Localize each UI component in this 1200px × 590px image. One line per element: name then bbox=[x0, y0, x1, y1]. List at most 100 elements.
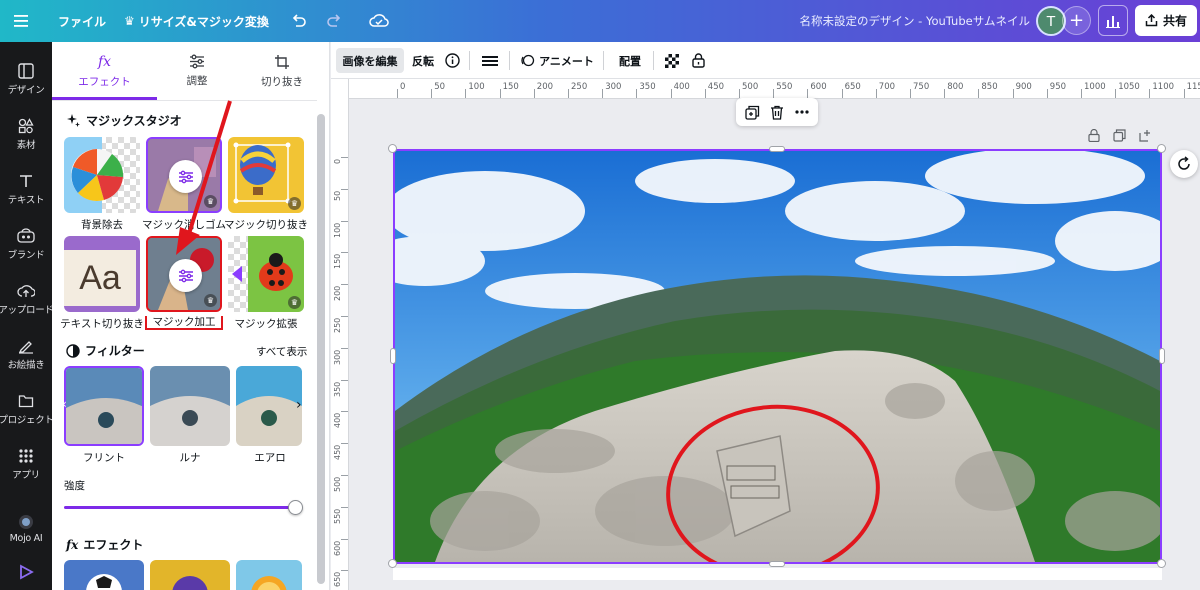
rail-item-apps[interactable]: アプリ bbox=[0, 439, 52, 489]
tab-effects[interactable]: fx エフェクト bbox=[52, 42, 157, 100]
ruler-tick-label: 550 bbox=[333, 508, 342, 524]
intensity-slider-handle[interactable] bbox=[288, 500, 303, 515]
filters-prev-arrow[interactable]: ‹ bbox=[62, 397, 67, 411]
page-bottom-edge bbox=[393, 568, 1162, 580]
filter-preview-image bbox=[236, 366, 302, 446]
divider bbox=[653, 51, 654, 70]
red-arrow-annotation bbox=[176, 100, 232, 255]
tab-adjust[interactable]: 調整 bbox=[157, 42, 237, 100]
info-icon[interactable] bbox=[441, 48, 463, 73]
resize-handle-ne[interactable] bbox=[1157, 144, 1166, 153]
ruler-tick-mark bbox=[636, 89, 638, 98]
rail-item-design[interactable]: デザイン bbox=[0, 54, 52, 104]
resize-handle-s[interactable] bbox=[769, 561, 785, 567]
insights-button[interactable] bbox=[1098, 5, 1128, 36]
resize-handle-sw[interactable] bbox=[388, 559, 397, 568]
page-duplicate-icon[interactable] bbox=[1113, 128, 1126, 142]
ruler-tick-mark bbox=[397, 89, 398, 98]
rail-item-uploads[interactable]: アップロード bbox=[0, 274, 54, 324]
resize-handle-n[interactable] bbox=[769, 146, 785, 152]
share-icon bbox=[1145, 14, 1158, 27]
ruler-tick-label: 200 bbox=[333, 285, 342, 302]
fx-icon: fx bbox=[97, 53, 112, 70]
ruler-tick-mark bbox=[341, 157, 348, 158]
trash-icon[interactable] bbox=[770, 105, 784, 120]
resize-handle-w[interactable] bbox=[390, 348, 396, 364]
ruler-tick-mark bbox=[341, 188, 348, 190]
page-actions bbox=[1088, 126, 1166, 144]
tab-label: エフェクト bbox=[78, 75, 131, 88]
rail-item-draw[interactable]: お絵描き bbox=[0, 329, 52, 379]
rail-label: プロジェクト bbox=[0, 414, 54, 426]
text-cutout-tile[interactable]: Aa bbox=[64, 236, 140, 312]
effect-tile-1[interactable] bbox=[64, 560, 144, 590]
layout-icon bbox=[18, 62, 34, 79]
ruler-tick-label: 350 bbox=[639, 82, 656, 92]
selected-photo[interactable] bbox=[393, 149, 1162, 564]
rail-label: テキスト bbox=[7, 194, 45, 206]
redo-icon[interactable] bbox=[326, 0, 342, 42]
border-style-icon[interactable] bbox=[478, 48, 502, 73]
add-collaborator-button[interactable]: + bbox=[1062, 6, 1091, 35]
position-button[interactable]: 配置 bbox=[613, 48, 647, 73]
ruler-tick-mark bbox=[1183, 89, 1185, 98]
ruler-tick-label: 800 bbox=[947, 82, 964, 92]
ruler-tick-mark bbox=[670, 89, 672, 98]
file-menu[interactable]: ファイル bbox=[58, 0, 106, 42]
ruler-tick-label: 200 bbox=[536, 82, 554, 92]
filter-luna[interactable] bbox=[150, 366, 230, 446]
cloud-sync-icon[interactable] bbox=[369, 0, 389, 42]
menu-icon[interactable] bbox=[14, 0, 32, 42]
rail-item-projects[interactable]: プロジェクト bbox=[0, 384, 54, 434]
share-button[interactable]: 共有 bbox=[1135, 5, 1197, 36]
rail-item-text[interactable]: テキスト bbox=[0, 164, 52, 214]
undo-icon[interactable] bbox=[291, 0, 307, 42]
filter-flint[interactable] bbox=[64, 366, 144, 446]
page-add-icon[interactable] bbox=[1139, 129, 1152, 142]
ruler-tick-label: 250 bbox=[333, 317, 342, 333]
flip-button[interactable]: 反転 bbox=[408, 48, 438, 73]
brand-icon bbox=[17, 227, 35, 243]
ruler-tick-label: 750 bbox=[913, 82, 930, 92]
rail-item-play[interactable] bbox=[0, 552, 52, 590]
see-all-link[interactable]: すべて表示 bbox=[256, 344, 307, 359]
ruler-tick-mark bbox=[341, 252, 348, 254]
bg-remover-tile[interactable] bbox=[64, 137, 140, 213]
document-title[interactable]: 名称未設定のデザイン - YouTubeサムネイル bbox=[770, 0, 1031, 42]
animate-button[interactable]: アニメート bbox=[517, 48, 597, 73]
edit-image-button[interactable]: 画像を編集 bbox=[336, 48, 404, 73]
element-float-toolbar bbox=[736, 98, 818, 126]
effect-tile-3[interactable] bbox=[236, 560, 302, 590]
ruler-tick-mark bbox=[341, 220, 348, 222]
tab-crop[interactable]: 切り抜き bbox=[242, 42, 322, 100]
intensity-slider-track[interactable] bbox=[64, 506, 298, 509]
rail-item-brand[interactable]: ブランド bbox=[0, 219, 52, 269]
ruler-tick-label: 850 bbox=[981, 82, 998, 92]
resize-handle-nw[interactable] bbox=[388, 144, 397, 153]
more-icon[interactable] bbox=[795, 110, 809, 114]
effect-tile-2[interactable] bbox=[150, 560, 230, 590]
transparency-icon[interactable] bbox=[661, 48, 683, 73]
panel-scrollbar[interactable] bbox=[317, 114, 325, 584]
rotate-button[interactable] bbox=[1170, 150, 1198, 178]
horizontal-ruler: 0 50 100 150 200 250 300 350 400 450 500 550 600 650 7… bbox=[349, 79, 1200, 99]
filters-title: フィルター bbox=[85, 344, 145, 358]
settings-bubble[interactable] bbox=[169, 259, 202, 292]
rail-item-elements[interactable]: 素材 bbox=[0, 109, 52, 159]
resize-handle-e[interactable] bbox=[1159, 348, 1165, 364]
ruler-tick-mark bbox=[341, 379, 348, 381]
rail-item-mojo-ai[interactable]: Mojo AI bbox=[0, 504, 52, 554]
duplicate-icon[interactable] bbox=[745, 105, 760, 120]
filter-aero[interactable] bbox=[236, 366, 302, 446]
lock-icon[interactable] bbox=[687, 48, 709, 73]
ruler-tick-mark bbox=[341, 475, 348, 476]
ruler-tick-label: 100 bbox=[468, 82, 485, 92]
ruler-tick-mark bbox=[1149, 89, 1151, 98]
page-lock-icon[interactable] bbox=[1088, 128, 1100, 142]
sparkle-icon bbox=[67, 114, 80, 127]
resize-handle-se[interactable] bbox=[1157, 559, 1166, 568]
resize-magic-button[interactable]: ♛ リサイズ&マジック変換 bbox=[124, 0, 269, 42]
ruler-tick-mark bbox=[1012, 89, 1014, 98]
filters-next-arrow[interactable]: › bbox=[296, 397, 302, 413]
ruler-tick-label: 550 bbox=[776, 82, 793, 92]
